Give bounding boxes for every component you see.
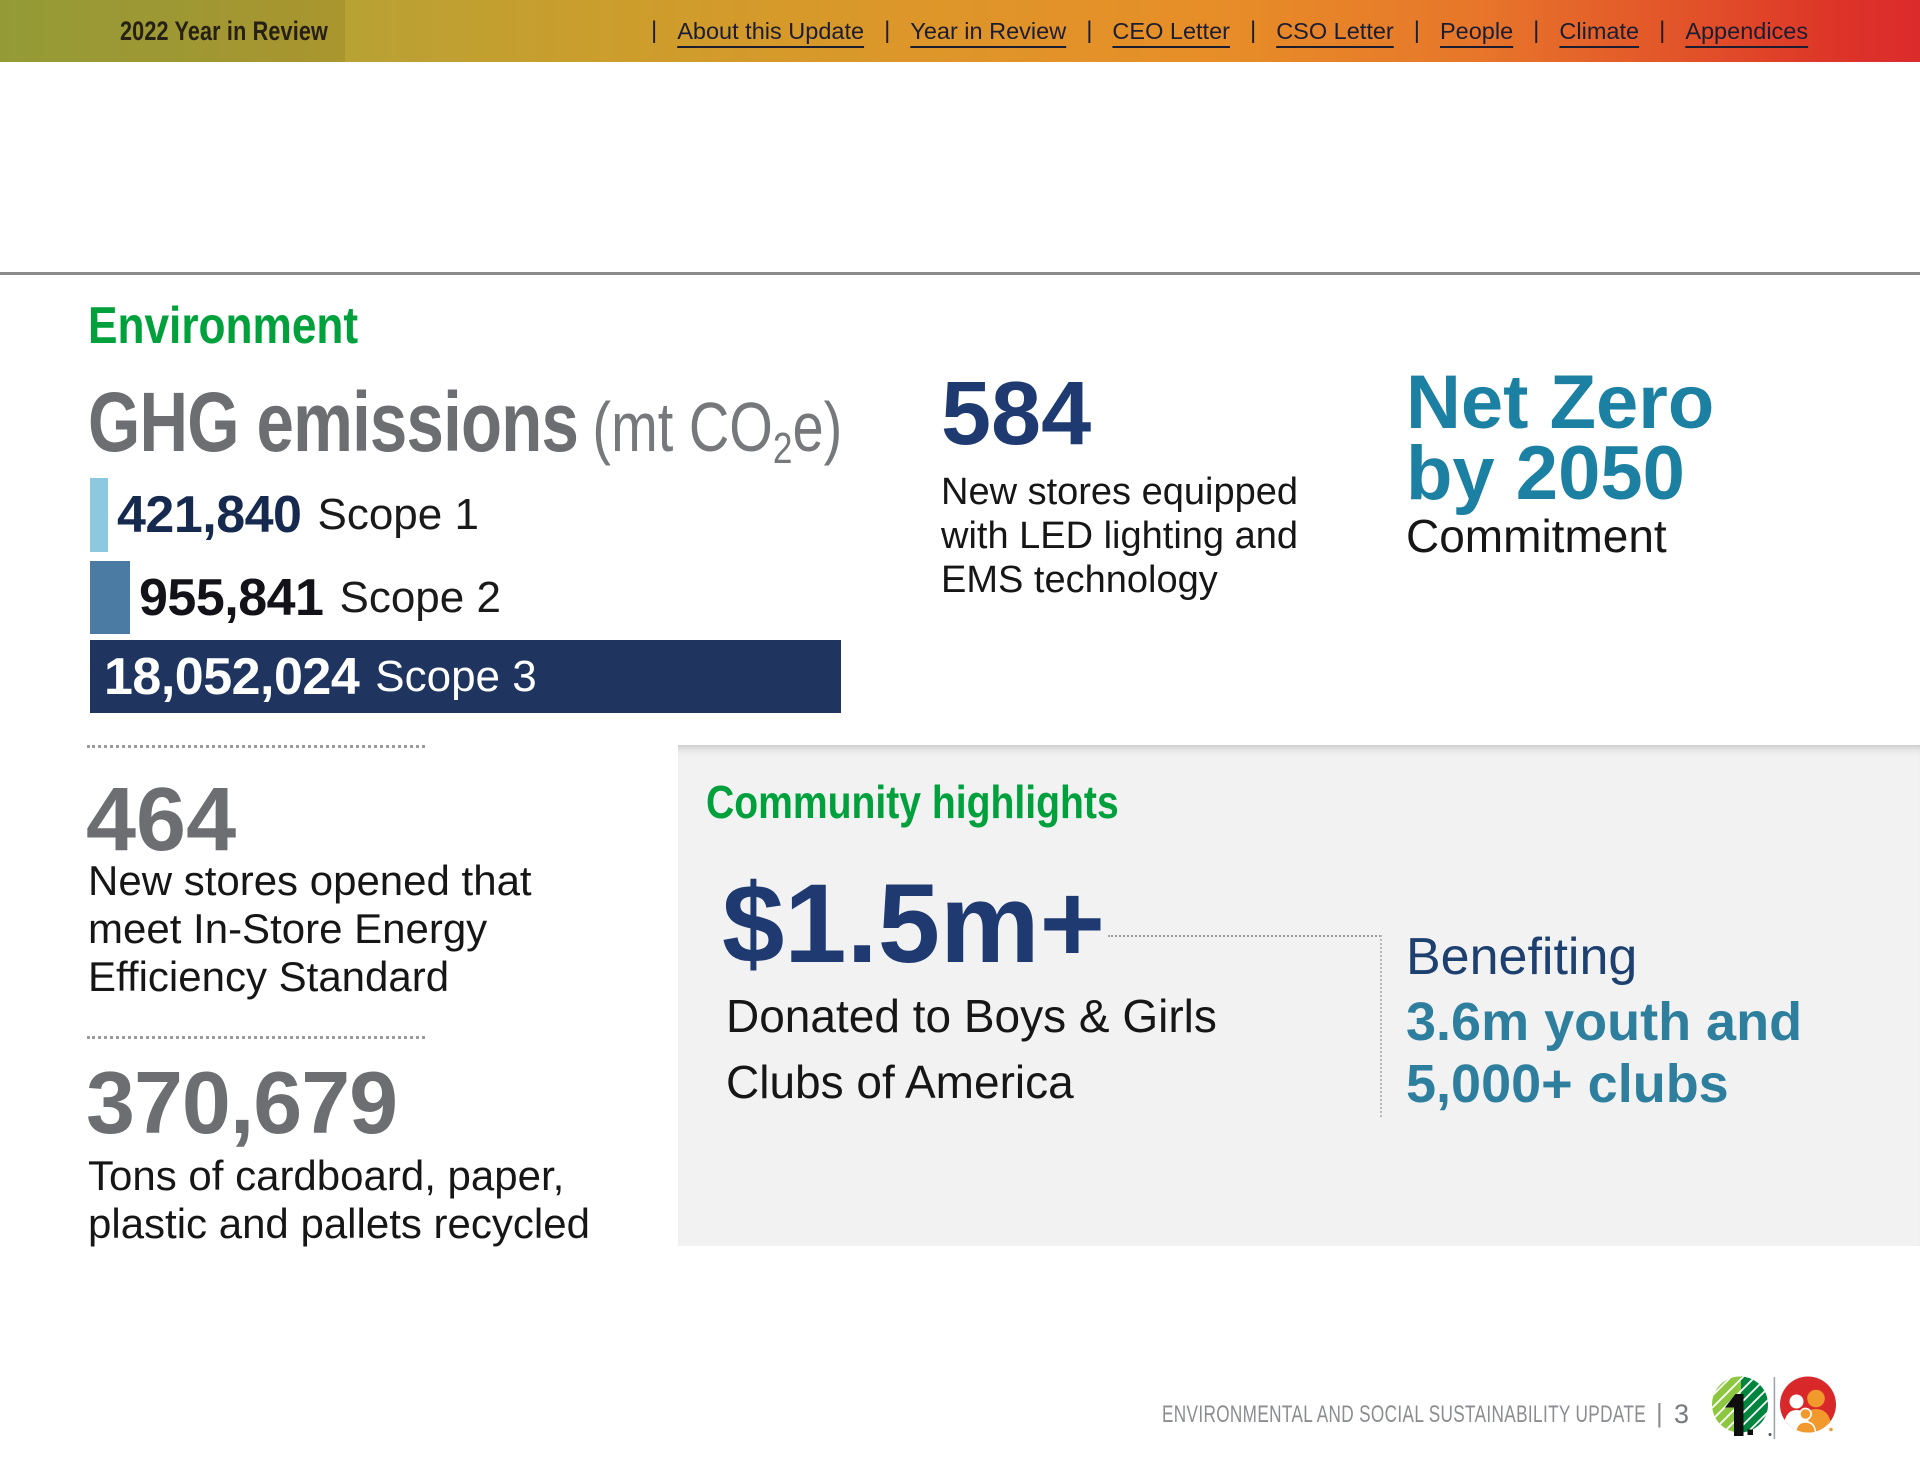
text-line: New stores equipped: [941, 470, 1298, 514]
nav-link-ceo-letter[interactable]: CEO Letter: [1112, 18, 1230, 45]
stat-recycled-description: Tons of cardboard, paper, plastic and pa…: [88, 1152, 590, 1248]
net-zero-heading: Net Zero by 2050: [1406, 368, 1714, 509]
dotted-connector-horizontal: [1108, 935, 1381, 937]
co2-subscript: 2: [773, 424, 793, 473]
nav-separator: |: [651, 17, 657, 45]
nav-separator: |: [1414, 17, 1420, 45]
text-line: EMS technology: [941, 558, 1298, 602]
top-bar: 2022 Year in Review | About this Update …: [0, 0, 1920, 62]
footer-page-number: 3: [1674, 1399, 1689, 1430]
year-in-review-tab-label: 2022 Year in Review: [120, 0, 328, 62]
stat-led-value: 584: [941, 369, 1091, 459]
scope2-bar: [90, 561, 130, 634]
stat-stores-value: 464: [86, 775, 236, 865]
nav-link-people[interactable]: People: [1440, 18, 1513, 45]
scope3-value: 18,052,024: [104, 647, 359, 707]
stat-led-description: New stores equipped with LED lighting an…: [941, 470, 1298, 602]
nav-separator: |: [1250, 17, 1256, 45]
benefiting-stats: 3.6m youth and 5,000+ clubs: [1406, 991, 1802, 1115]
dotted-separator: [87, 745, 425, 748]
nav-link-about-this-update[interactable]: About this Update: [677, 18, 864, 45]
stat-stores-description: New stores opened that meet In-Store Ene…: [88, 857, 532, 1001]
nav-separator: |: [884, 17, 890, 45]
nav-link-cso-letter[interactable]: CSO Letter: [1276, 18, 1394, 45]
donation-value: $1.5m+: [722, 868, 1105, 980]
ghg-bar-row-scope1: 421,840 Scope 1: [90, 478, 479, 552]
scope3-bar: 18,052,024 Scope 3: [90, 640, 841, 713]
text-line: Tons of cardboard, paper,: [88, 1152, 590, 1200]
nav-link-year-in-review[interactable]: Year in Review: [910, 18, 1066, 45]
stat-recycled-value: 370,679: [86, 1059, 397, 1147]
scope3-label: Scope 3: [375, 652, 536, 702]
ghg-emissions-heading: GHG emissions(mt CO2e): [88, 380, 842, 464]
community-highlights-panel: Community highlights $1.5m+ Donated to B…: [678, 745, 1920, 1246]
text-line: with LED lighting and: [941, 514, 1298, 558]
ghg-bar-row-scope2: 955,841 Scope 2: [90, 561, 501, 634]
scope1-bar: [90, 478, 108, 552]
benefiting-label: Benefiting: [1406, 927, 1637, 987]
ghg-bar-row-scope3: 18,052,024 Scope 3: [90, 640, 841, 713]
donation-description-line1: Donated to Boys & Girls: [726, 989, 1217, 1043]
ghg-unit-prefix: (mt CO: [592, 388, 772, 466]
nav-separator: |: [1659, 17, 1665, 45]
scope1-value: 421,840: [117, 485, 301, 545]
community-highlights-heading: Community highlights: [706, 775, 1119, 829]
text-line: 3.6m youth and: [1406, 991, 1802, 1053]
text-line: 5,000+ clubs: [1406, 1053, 1802, 1115]
top-navigation: | About this Update | Year in Review | C…: [631, 0, 1808, 62]
text-line: by 2050: [1406, 439, 1714, 510]
ghg-emissions-title: GHG emissions: [88, 375, 578, 469]
donation-description-line2: Clubs of America: [726, 1055, 1074, 1109]
header-divider-rule: [0, 272, 1920, 275]
footer-logos: [1712, 1376, 1842, 1444]
logo-divider: [1774, 1377, 1776, 1439]
nav-link-appendices[interactable]: Appendices: [1685, 18, 1808, 45]
dotted-separator: [87, 1036, 425, 1039]
scope2-value: 955,841: [139, 568, 323, 628]
net-zero-subtitle: Commitment: [1406, 509, 1667, 563]
text-line: plastic and pallets recycled: [88, 1200, 590, 1248]
environment-section-heading: Environment: [88, 296, 358, 356]
text-line: meet In-Store Energy: [88, 905, 532, 953]
text-line: Efficiency Standard: [88, 953, 532, 1001]
ghg-emissions-unit: (mt CO2e): [592, 388, 842, 466]
footer-separator: |: [1656, 1398, 1663, 1429]
nav-link-climate[interactable]: Climate: [1559, 18, 1639, 45]
nav-separator: |: [1533, 17, 1539, 45]
text-line: New stores opened that: [88, 857, 532, 905]
page: 2022 Year in Review | About this Update …: [0, 0, 1920, 1474]
scope1-label: Scope 1: [317, 490, 478, 540]
dotted-connector-vertical: [1380, 935, 1382, 1117]
family-dollar-logo: [1780, 1377, 1836, 1435]
scope2-label: Scope 2: [339, 573, 500, 623]
nav-separator: |: [1086, 17, 1092, 45]
text-line: Net Zero: [1406, 368, 1714, 439]
ghg-unit-suffix: e): [792, 388, 842, 466]
footer-caption: ENVIRONMENTAL AND SOCIAL SUSTAINABILITY …: [1162, 1401, 1646, 1429]
